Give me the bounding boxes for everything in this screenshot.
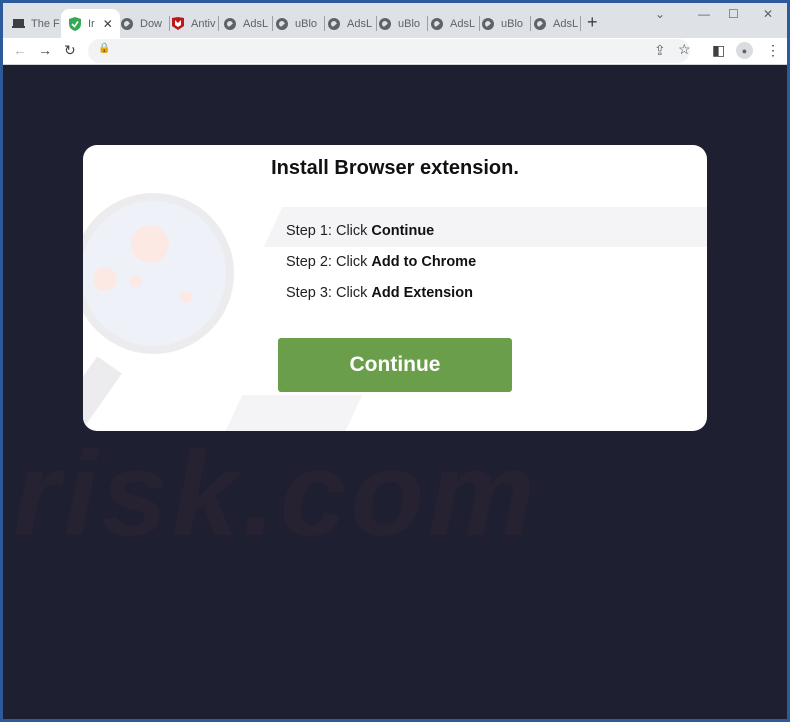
tab[interactable]: uBlo <box>378 9 428 38</box>
toolbar: ← → ↻ 🔒 ⇪ ☆ ◧ ● ⋮ <box>3 38 787 65</box>
tab-title: AdsL <box>243 17 269 30</box>
dialog-title: Install Browser extension. <box>271 157 519 179</box>
minimize-button[interactable]: — <box>698 7 710 21</box>
address-bar[interactable]: 🔒 ⇪ ☆ <box>88 39 691 63</box>
globe-icon <box>275 17 289 31</box>
tab-title: AdsL <box>450 17 476 30</box>
side-panel-icon[interactable]: ◧ <box>712 42 725 59</box>
tab-strip: The F Ir ✕ Dow Antiv AdsL uBlo AdsL uBlo… <box>3 3 787 38</box>
tab[interactable]: Antiv <box>171 9 219 38</box>
tab[interactable]: Dow <box>120 9 170 38</box>
page-content: risk.com Install Browser extension. Step… <box>3 65 787 719</box>
globe-icon <box>223 17 237 31</box>
tab-title: Ir <box>88 17 95 30</box>
install-dialog: Install Browser extension. Step 1: Click… <box>83 145 707 431</box>
step-3: Step 3: Click Add Extension <box>286 285 473 301</box>
tab-search-icon[interactable]: ⌄ <box>655 7 665 21</box>
tab-active[interactable]: Ir ✕ <box>61 9 120 38</box>
globe-icon <box>327 17 341 31</box>
back-button[interactable]: ← <box>13 42 27 58</box>
tab[interactable]: uBlo <box>481 9 531 38</box>
tab[interactable]: The F <box>11 9 63 38</box>
tab[interactable]: AdsL <box>327 9 377 38</box>
continue-button[interactable]: Continue <box>278 338 512 392</box>
laptop-icon <box>11 17 25 31</box>
tab[interactable]: AdsL <box>430 9 480 38</box>
profile-avatar[interactable]: ● <box>736 42 753 59</box>
tab-title: uBlo <box>295 17 318 30</box>
menu-icon[interactable]: ⋮ <box>766 42 780 59</box>
tab-title: uBlo <box>501 17 524 30</box>
share-icon[interactable]: ⇪ <box>654 42 666 59</box>
lock-icon: 🔒 <box>98 43 111 54</box>
step-2: Step 2: Click Add to Chrome <box>286 254 477 270</box>
tab[interactable]: AdsL <box>533 9 581 38</box>
watermark-text: risk.com <box>13 427 539 561</box>
step-1: Step 1: Click Continue <box>286 223 435 239</box>
tab-title: Antiv <box>191 17 216 30</box>
bookmark-star-icon[interactable]: ☆ <box>678 41 691 58</box>
globe-icon <box>481 17 495 31</box>
tab-title: uBlo <box>398 17 421 30</box>
globe-icon <box>120 17 134 31</box>
close-window-button[interactable]: ✕ <box>763 7 773 21</box>
tab[interactable]: uBlo <box>275 9 325 38</box>
browser-window: The F Ir ✕ Dow Antiv AdsL uBlo AdsL uBlo… <box>3 3 787 719</box>
tab-title: The F <box>31 17 60 30</box>
new-tab-button[interactable]: + <box>587 12 598 33</box>
tab-title: AdsL <box>553 17 579 30</box>
globe-icon <box>378 17 392 31</box>
forward-button[interactable]: → <box>38 42 52 58</box>
mcafee-icon <box>171 17 185 31</box>
globe-icon <box>533 17 547 31</box>
tab-title: Dow <box>140 17 163 30</box>
tab-title: AdsL <box>347 17 373 30</box>
tab[interactable]: AdsL <box>223 9 273 38</box>
reload-button[interactable]: ↻ <box>64 42 76 59</box>
maximize-button[interactable]: ☐ <box>728 7 739 21</box>
globe-icon <box>430 17 444 31</box>
close-tab-icon[interactable]: ✕ <box>103 17 113 31</box>
shield-check-icon <box>68 16 82 31</box>
